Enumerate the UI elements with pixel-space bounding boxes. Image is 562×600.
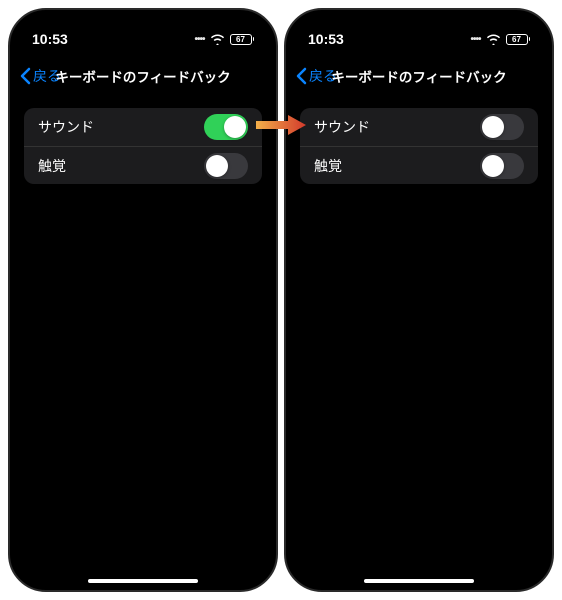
haptic-toggle[interactable] bbox=[204, 153, 248, 179]
phone-screen-before: 10:53 •••• 67 戻る キーボードのフィードバック サウンド bbox=[8, 8, 278, 592]
sound-row: サウンド bbox=[24, 108, 262, 146]
chevron-left-icon bbox=[20, 67, 31, 85]
sound-toggle[interactable] bbox=[204, 114, 248, 140]
phone-screen-after: 10:53 •••• 67 戻る キーボードのフィードバック サウンド bbox=[284, 8, 554, 592]
status-bar: 10:53 •••• 67 bbox=[286, 10, 552, 56]
transition-arrow-icon bbox=[256, 114, 306, 136]
haptic-toggle[interactable] bbox=[480, 153, 524, 179]
home-indicator[interactable] bbox=[88, 579, 198, 583]
page-title: キーボードのフィードバック bbox=[331, 66, 506, 86]
settings-group: サウンド 触覚 bbox=[24, 108, 262, 184]
haptic-label: 触覚 bbox=[38, 156, 66, 176]
status-indicators: •••• 67 bbox=[194, 34, 254, 45]
nav-bar: 戻る キーボードのフィードバック bbox=[286, 56, 552, 96]
sound-row: サウンド bbox=[300, 108, 538, 146]
battery-icon: 67 bbox=[230, 34, 255, 45]
cellular-icon: •••• bbox=[194, 34, 204, 45]
status-time: 10:53 bbox=[308, 31, 344, 47]
nav-bar: 戻る キーボードのフィードバック bbox=[10, 56, 276, 96]
status-time: 10:53 bbox=[32, 31, 68, 47]
battery-icon: 67 bbox=[506, 34, 531, 45]
haptic-row: 触覚 bbox=[300, 146, 538, 184]
wifi-icon bbox=[210, 34, 225, 45]
sound-toggle[interactable] bbox=[480, 114, 524, 140]
sound-label: サウンド bbox=[314, 117, 370, 137]
home-indicator[interactable] bbox=[364, 579, 474, 583]
haptic-row: 触覚 bbox=[24, 146, 262, 184]
sound-label: サウンド bbox=[38, 117, 94, 137]
status-bar: 10:53 •••• 67 bbox=[10, 10, 276, 56]
cellular-icon: •••• bbox=[470, 34, 480, 45]
page-title: キーボードのフィードバック bbox=[55, 66, 230, 86]
chevron-left-icon bbox=[296, 67, 307, 85]
settings-group: サウンド 触覚 bbox=[300, 108, 538, 184]
status-indicators: •••• 67 bbox=[470, 34, 530, 45]
wifi-icon bbox=[486, 34, 501, 45]
haptic-label: 触覚 bbox=[314, 156, 342, 176]
